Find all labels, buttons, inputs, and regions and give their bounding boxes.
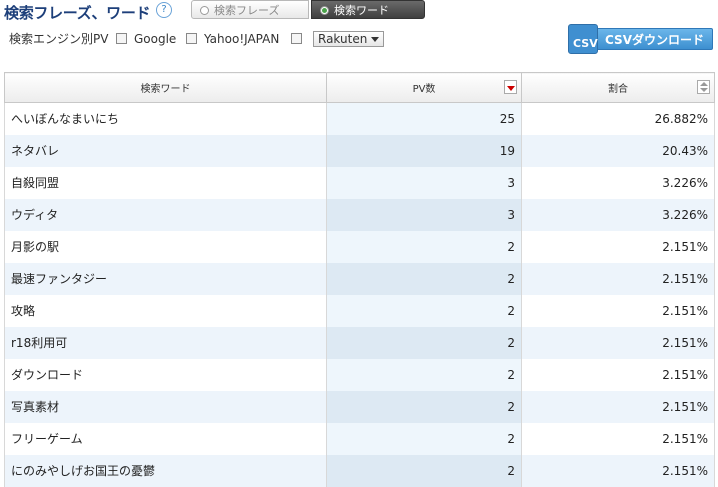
- cell-ratio: 2.151%: [521, 294, 715, 327]
- sort-desc-icon[interactable]: [504, 80, 517, 94]
- cell-word: 最速ファンタジー: [4, 262, 327, 295]
- cell-ratio: 20.43%: [521, 134, 715, 167]
- sort-icon[interactable]: [697, 80, 710, 94]
- page-title: 検索フレーズ、ワード: [4, 4, 151, 22]
- yahoo-label: Yahoo!JAPAN: [204, 32, 280, 46]
- engine-filter-label: 検索エンジン別PV: [9, 32, 109, 46]
- cell-pv: 2: [326, 326, 522, 359]
- table-row: にのみやしげお国王の憂鬱 2 2.151%: [4, 454, 715, 487]
- chevron-down-icon: [371, 37, 380, 42]
- cell-word: 写真素材: [4, 390, 327, 423]
- column-header-pv[interactable]: PV数: [326, 72, 522, 103]
- cell-pv: 2: [326, 454, 522, 487]
- search-word-table: 検索ワード PV数 割合 へいぼんなまいにち 25 26.882% ネタバレ 19 20.…: [4, 72, 715, 487]
- rakuten-checkbox[interactable]: [291, 33, 302, 44]
- cell-word: r18利用可: [4, 326, 327, 359]
- engine-select-value: Rakuten: [318, 32, 368, 46]
- cell-word: 攻略: [4, 294, 327, 327]
- cell-ratio: 2.151%: [521, 262, 715, 295]
- google-label: Google: [134, 32, 177, 46]
- cell-pv: 3: [326, 198, 522, 231]
- cell-ratio: 2.151%: [521, 230, 715, 263]
- table-row: へいぼんなまいにち 25 26.882%: [4, 102, 715, 135]
- cell-word: へいぼんなまいにち: [4, 102, 327, 135]
- table-row: r18利用可 2 2.151%: [4, 326, 715, 359]
- column-header-ratio[interactable]: 割合: [521, 72, 715, 103]
- google-checkbox[interactable]: [116, 33, 127, 44]
- cell-ratio: 26.882%: [521, 102, 715, 135]
- cell-pv: 2: [326, 262, 522, 295]
- cell-pv: 2: [326, 422, 522, 455]
- table-row: ネタバレ 19 20.43%: [4, 134, 715, 167]
- cell-word: ウディタ: [4, 198, 327, 231]
- table-row: ダウンロード 2 2.151%: [4, 358, 715, 391]
- cell-pv: 25: [326, 102, 522, 135]
- table-row: 自殺同盟 3 3.226%: [4, 166, 715, 199]
- table-row: 攻略 2 2.151%: [4, 294, 715, 327]
- cell-ratio: 2.151%: [521, 390, 715, 423]
- cell-pv: 2: [326, 230, 522, 263]
- yahoo-checkbox[interactable]: [186, 33, 197, 44]
- cell-pv: 19: [326, 134, 522, 167]
- csv-download-label: CSVダウンロード: [596, 28, 713, 50]
- cell-ratio: 2.151%: [521, 358, 715, 391]
- tab-search-phrase-label: 検索フレーズ: [214, 4, 280, 17]
- table-row: 写真素材 2 2.151%: [4, 390, 715, 423]
- tab-search-word-label: 検索ワード: [334, 4, 389, 17]
- cell-ratio: 2.151%: [521, 454, 715, 487]
- cell-pv: 2: [326, 294, 522, 327]
- cell-pv: 3: [326, 166, 522, 199]
- table-row: ウディタ 3 3.226%: [4, 198, 715, 231]
- table-header-row: 検索ワード PV数 割合: [4, 72, 715, 103]
- cell-word: にのみやしげお国王の憂鬱: [4, 454, 327, 487]
- cell-word: 自殺同盟: [4, 166, 327, 199]
- csv-download-button[interactable]: CSVダウンロード CSV: [568, 24, 713, 54]
- help-icon[interactable]: ?: [156, 2, 172, 18]
- radio-icon: [200, 5, 209, 15]
- table-row: 最速ファンタジー 2 2.151%: [4, 262, 715, 295]
- cell-word: ダウンロード: [4, 358, 327, 391]
- table-row: フリーゲーム 2 2.151%: [4, 422, 715, 455]
- tab-search-phrase[interactable]: 検索フレーズ: [191, 0, 309, 19]
- cell-ratio: 2.151%: [521, 326, 715, 359]
- cell-ratio: 2.151%: [521, 422, 715, 455]
- cell-ratio: 3.226%: [521, 166, 715, 199]
- cell-word: フリーゲーム: [4, 422, 327, 455]
- cell-word: 月影の駅: [4, 230, 327, 263]
- cell-pv: 2: [326, 390, 522, 423]
- radio-selected-icon: [320, 5, 329, 15]
- csv-file-icon: CSV: [568, 24, 598, 54]
- column-header-word: 検索ワード: [4, 72, 327, 103]
- tab-search-word[interactable]: 検索ワード: [311, 0, 425, 19]
- cell-ratio: 3.226%: [521, 198, 715, 231]
- cell-word: ネタバレ: [4, 134, 327, 167]
- cell-pv: 2: [326, 358, 522, 391]
- engine-select[interactable]: Rakuten: [313, 31, 385, 47]
- table-row: 月影の駅 2 2.151%: [4, 230, 715, 263]
